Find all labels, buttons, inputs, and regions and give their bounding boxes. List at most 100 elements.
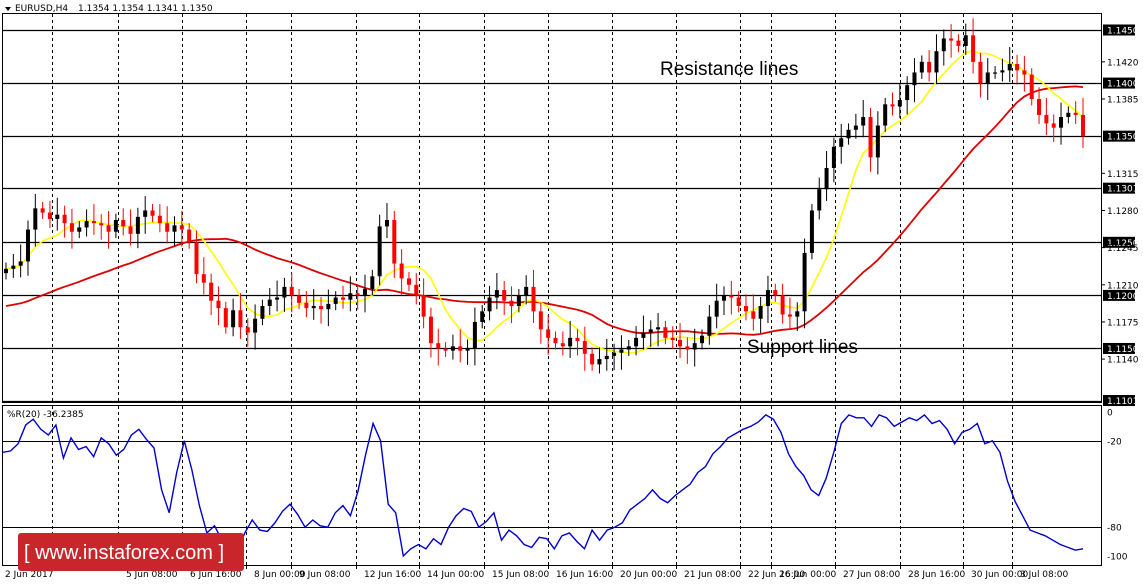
candle-body: [341, 297, 346, 300]
candle-body: [685, 346, 690, 350]
candle-body: [612, 352, 617, 356]
candle-body: [201, 274, 206, 283]
price-tick-label: 1.1210: [1107, 281, 1139, 291]
candle-body: [326, 303, 331, 310]
candle-body: [436, 343, 441, 349]
candle-body: [729, 295, 734, 298]
candle-body: [194, 242, 199, 275]
candle-body: [304, 302, 309, 309]
time-tick-label: 27 Jun 08:00: [843, 570, 900, 580]
candle-body: [1051, 123, 1056, 128]
candle-body: [18, 261, 23, 266]
candle-body: [831, 146, 836, 169]
candle-body: [238, 310, 243, 328]
candle-body: [590, 353, 595, 365]
indicator-tick-label: -20: [1107, 437, 1122, 447]
support-annotation: Support lines: [747, 337, 858, 358]
candle-body: [399, 263, 404, 279]
candle-body: [648, 329, 653, 333]
candle-body: [480, 311, 485, 322]
candle-body: [216, 300, 221, 309]
candle-body: [824, 168, 829, 190]
candle-body: [861, 117, 866, 126]
candle-body: [582, 341, 587, 354]
candle-body: [113, 220, 118, 232]
candle-body: [927, 61, 932, 73]
candle-body: [787, 314, 792, 317]
candle-body: [267, 299, 272, 307]
candle-body: [956, 40, 961, 46]
candle-body: [846, 129, 851, 139]
candle-body: [4, 268, 8, 274]
price-tick-label: 1.1420: [1107, 58, 1139, 68]
candle-body: [883, 104, 888, 126]
candle-body: [868, 117, 873, 158]
candle-body: [604, 355, 609, 360]
candle-body: [421, 295, 426, 317]
candle-body: [62, 214, 67, 224]
candle-body: [494, 290, 499, 298]
candle-body: [1000, 70, 1005, 73]
candle-body: [165, 223, 170, 232]
candle-body: [919, 61, 924, 73]
candle-body: [275, 297, 280, 300]
candle-body: [993, 72, 998, 74]
candle-body: [722, 295, 726, 301]
price-chart[interactable]: 1.1450 1.1420 1.1400 1.1385 1.1350 1.1315 1.13…: [0, 0, 1143, 585]
candle-body: [656, 327, 661, 330]
candle-body: [84, 221, 89, 228]
candle-body: [780, 295, 785, 315]
candle-body: [157, 215, 162, 224]
candle-body: [524, 286, 529, 296]
time-tick-label: 16 Jun 16:00: [556, 570, 613, 580]
candle-body: [487, 297, 492, 312]
candle-body: [311, 306, 316, 309]
candle-body: [758, 306, 763, 319]
candle-body: [912, 72, 917, 86]
symbol-dropdown-icon[interactable]: [5, 7, 11, 11]
candle-body: [575, 337, 580, 342]
candle-body: [377, 226, 382, 277]
candle-body: [963, 35, 968, 46]
candle-body: [253, 318, 258, 333]
price-tick-label: 1.1385: [1107, 95, 1139, 105]
price-tick-label: 1.1280: [1107, 207, 1139, 217]
candle-body: [553, 337, 558, 344]
candle-body: [934, 51, 939, 73]
candle-body: [773, 290, 778, 296]
time-tick-label: 9 Jun 08:00: [299, 570, 351, 580]
candle-body: [560, 343, 565, 347]
candle-body: [714, 300, 719, 317]
candle-body: [1007, 63, 1012, 71]
candle-body: [663, 327, 668, 338]
candle-body: [949, 38, 954, 41]
candle-body: [1081, 114, 1085, 137]
candle-body: [546, 329, 551, 338]
candle-body: [509, 300, 514, 307]
candle-body: [11, 265, 16, 269]
time-tick-label: 5 Jun 08:00: [126, 570, 178, 580]
candle-body: [751, 311, 756, 319]
candle-body: [47, 212, 52, 219]
candle-body: [634, 337, 639, 347]
candle-body: [641, 332, 646, 338]
candle-body: [143, 210, 148, 217]
candle-body: [406, 278, 411, 285]
candle-body: [597, 359, 602, 365]
price-tag-label: 1.1101: [1107, 397, 1139, 407]
candle-body: [128, 226, 133, 234]
candle-body: [905, 85, 910, 101]
price-tag-label: 1.1400: [1107, 80, 1139, 90]
indicator-label: %R(20) -36.2385: [7, 410, 84, 420]
candle-body: [319, 306, 324, 310]
price-tag-label: 1.1200: [1107, 292, 1139, 302]
time-tick-label: 20 Jun 00:00: [620, 570, 677, 580]
candle-body: [458, 346, 463, 351]
candle-body: [25, 229, 30, 262]
candle-body: [135, 216, 140, 234]
candle-body: [743, 306, 748, 312]
candle-body: [121, 220, 126, 227]
time-tick-label: 8 Jun 00:00: [254, 570, 306, 580]
candle-body: [853, 125, 858, 130]
price-tick-label: 1.1245: [1107, 244, 1139, 254]
